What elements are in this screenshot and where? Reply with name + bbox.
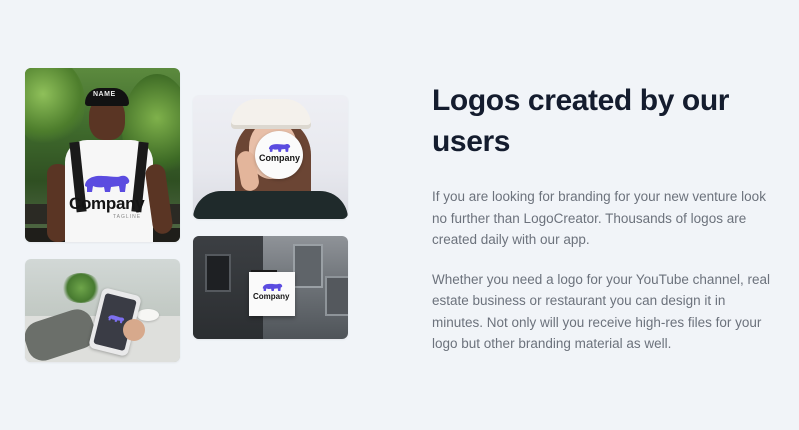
cap-print: NAME (93, 91, 116, 98)
sticker-brand-text: Company (259, 153, 301, 163)
gallery-photo-sticker: Company (193, 95, 348, 219)
jacket (193, 191, 348, 219)
sign-brand-text: Company (253, 292, 290, 301)
section-content: Logos created by our users If you are lo… (432, 80, 777, 355)
cap (231, 99, 311, 129)
section-heading: Logos created by our users (432, 84, 730, 158)
tshirt-tagline: TAGLINE (113, 214, 142, 220)
plant (61, 273, 101, 303)
intro-paragraph: If you are looking for branding for your… (432, 189, 766, 247)
gallery-photo-storefront-sign: Company (193, 236, 348, 339)
gallery-photo-tablet (25, 259, 180, 362)
bear-logo-icon (268, 144, 291, 152)
tshirt-brand-text: Company (69, 194, 145, 213)
bear-logo-icon (262, 283, 283, 291)
round-sticker: Company (255, 131, 303, 179)
window (205, 254, 231, 292)
hand (123, 319, 145, 341)
foliage (25, 68, 85, 148)
bear-logo-icon (108, 315, 125, 324)
hanging-sign: Company (249, 272, 295, 316)
logo-gallery: NAME Company TAGLINE Company Company (0, 0, 400, 430)
gallery-photo-tshirt: NAME Company TAGLINE (25, 68, 180, 242)
window (293, 244, 323, 288)
window (325, 276, 348, 316)
coffee-cup (137, 309, 159, 321)
bear-logo-icon (85, 175, 130, 192)
details-paragraph: Whether you need a logo for your YouTube… (432, 271, 770, 352)
